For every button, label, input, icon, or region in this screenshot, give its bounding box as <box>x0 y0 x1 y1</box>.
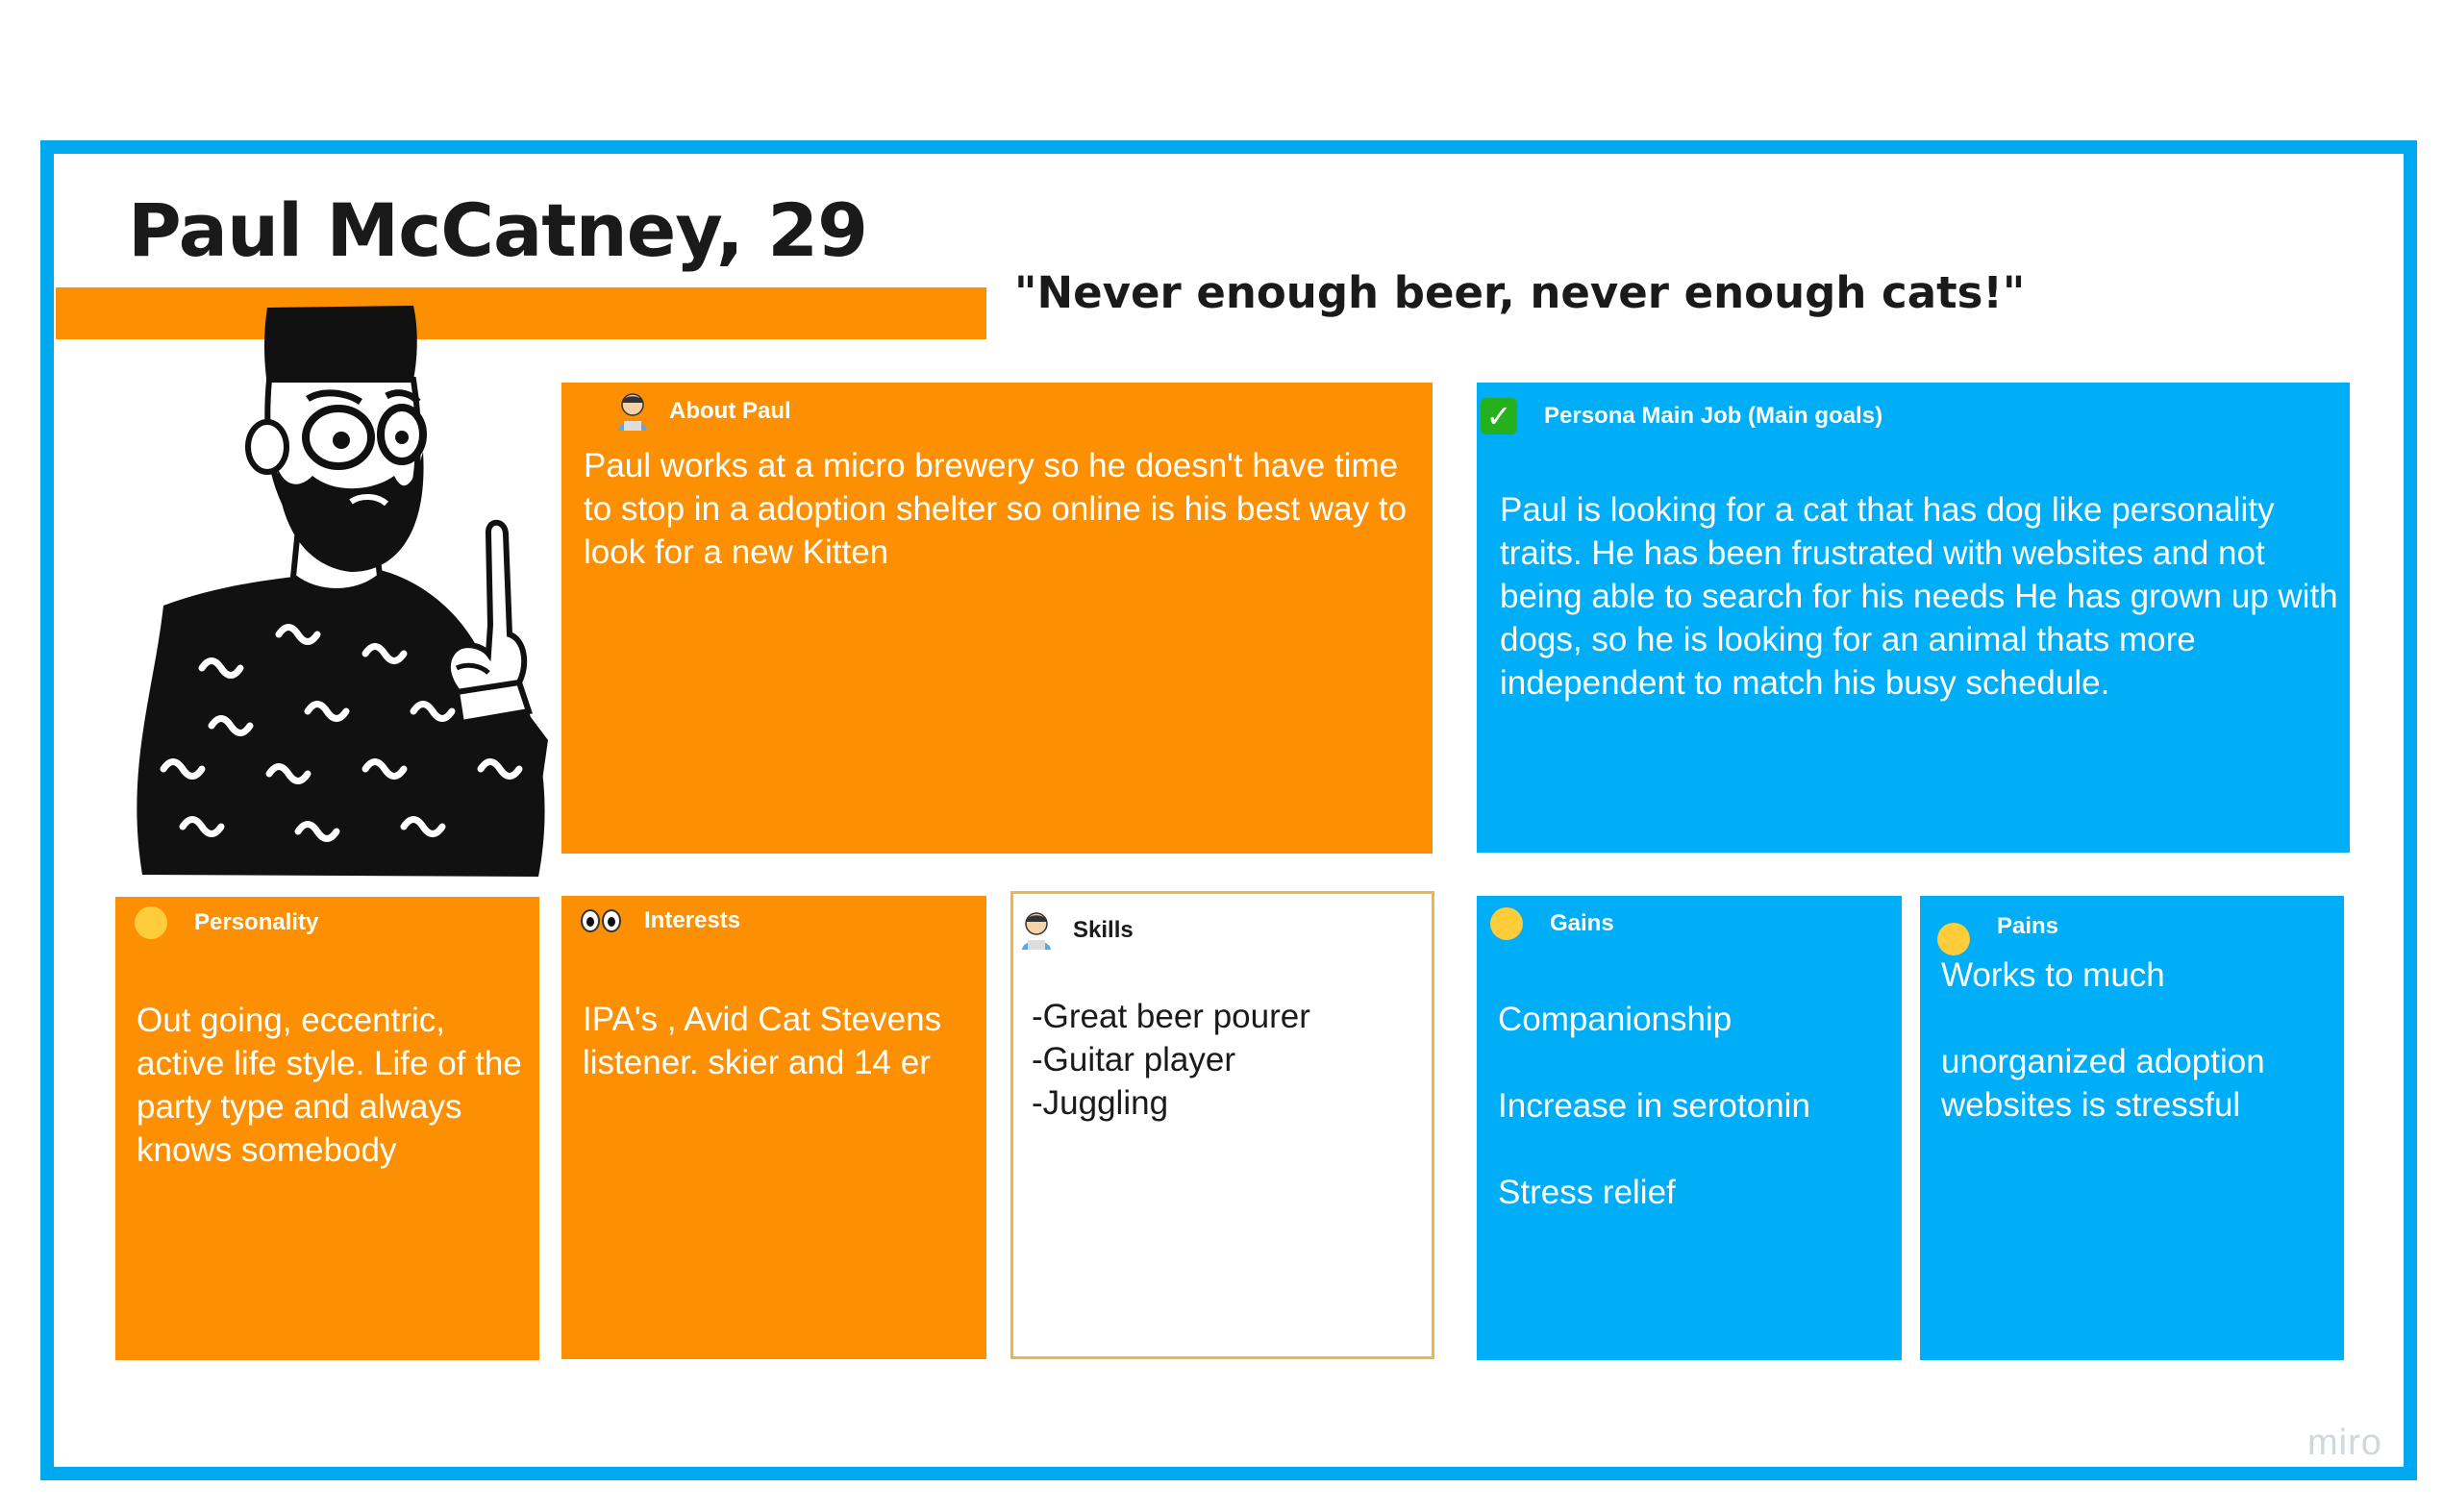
interests-card-text: IPA's , Avid Cat Stevens listener. skier… <box>583 1001 942 1081</box>
skills-card: Skills -Great beer pourer -Guitar player… <box>1010 891 1434 1359</box>
personality-card-text: Out going, eccentric, active life style.… <box>137 1002 522 1169</box>
man-technologist-icon <box>618 393 647 431</box>
main-job-card-header: ✓ Persona Main Job (Main goals) <box>1481 398 1882 434</box>
main-job-card: ✓ Persona Main Job (Main goals) Paul is … <box>1477 383 2350 853</box>
gains-card-header: Gains <box>1490 907 1614 940</box>
skills-card-title: Skills <box>1073 917 1134 943</box>
man-technologist-icon <box>1022 912 1051 950</box>
check-mark-icon: ✓ <box>1481 398 1517 434</box>
gains-card-text: Companionship Increase in serotonin Stre… <box>1498 1001 1810 1211</box>
main-job-card-text: Paul is looking for a cat that has dog l… <box>1500 491 2338 702</box>
personality-card: Personality Out going, eccentric, active… <box>115 897 539 1360</box>
gains-card-title: Gains <box>1550 910 1614 936</box>
interests-card: Interests IPA's , Avid Cat Stevens liste… <box>561 896 986 1359</box>
interests-card-title: Interests <box>644 907 741 933</box>
about-card-header: About Paul <box>615 392 791 431</box>
persona-avatar-illustration <box>137 306 548 877</box>
interests-card-header: Interests <box>581 907 740 934</box>
pains-card: Pains Works to much unorganized adoption… <box>1920 896 2344 1360</box>
about-card: About Paul Paul works at a micro brewery… <box>561 383 1433 854</box>
personality-card-header: Personality <box>135 906 318 939</box>
pains-card-title: Pains <box>1997 913 2059 939</box>
pains-card-text: Works to much unorganized adoption websi… <box>1941 956 2265 1124</box>
persona-quote: "Never enough beer, never enough cats!" <box>1014 267 2026 318</box>
skills-card-text: -Great beer pourer -Guitar player -Juggl… <box>1032 998 1310 1122</box>
personality-card-title: Personality <box>194 909 319 935</box>
relieved-face-icon <box>135 906 167 939</box>
skills-card-header: Skills <box>1019 911 1134 950</box>
pains-card-header: Pains <box>1937 905 2058 955</box>
gains-card: Gains Companionship Increase in serotoni… <box>1477 896 1902 1360</box>
miro-watermark: miro <box>2307 1423 2382 1463</box>
about-card-text: Paul works at a micro brewery so he does… <box>584 447 1408 571</box>
smiling-face-icon <box>1490 907 1523 940</box>
main-job-card-title: Persona Main Job (Main goals) <box>1544 403 1883 429</box>
about-card-title: About Paul <box>669 398 791 424</box>
disappointed-face-icon <box>1937 923 1970 955</box>
persona-name: Paul McCatney, 29 <box>128 187 868 273</box>
eyes-icon <box>581 909 623 932</box>
